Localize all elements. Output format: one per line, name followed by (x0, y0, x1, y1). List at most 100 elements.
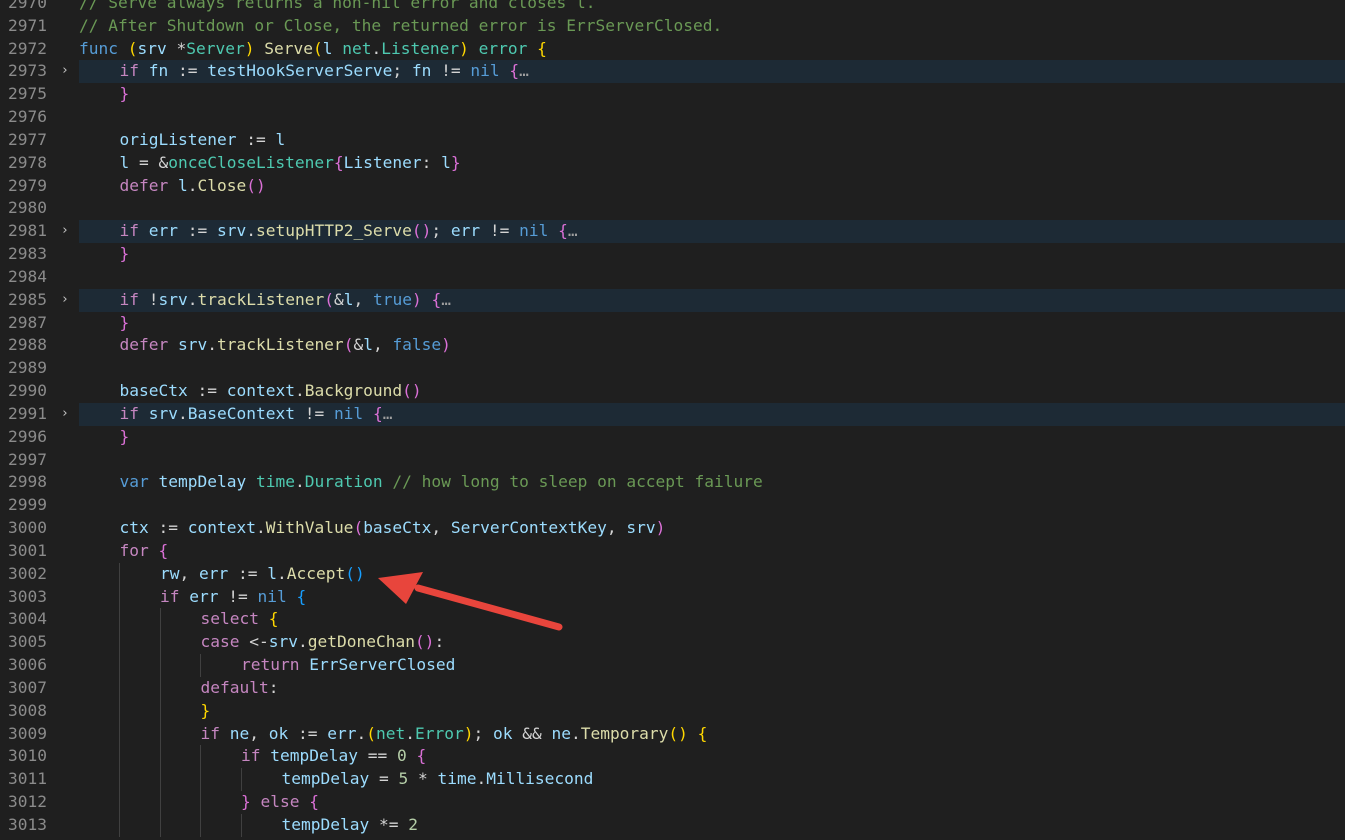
code-token: l (267, 563, 277, 583)
indent-guide (119, 768, 120, 791)
code-line[interactable]: 2991 › if srv.BaseContext != nil {… (0, 402, 1345, 426)
indent-guide (119, 699, 120, 723)
code-line[interactable]: 2977 origListener := l (0, 129, 1345, 152)
code-line[interactable]: 3009 if ne, ok := err.(net.Error); ok && … (0, 722, 1345, 746)
code-token: { (537, 38, 547, 58)
code-token: for (119, 540, 149, 560)
code-line[interactable]: 2998 var tempDelay time.Duration // how l… (0, 471, 1345, 494)
chevron-right-icon[interactable]: › (58, 289, 72, 312)
code-line[interactable]: 3008} (0, 699, 1345, 723)
code-line[interactable]: 2978 l = &onceCloseListener{Listener: l} (0, 152, 1345, 175)
code-token: WithValue (265, 518, 354, 538)
code-token: ) (459, 38, 469, 58)
code-line[interactable]: 2989 (0, 357, 1345, 380)
code-line[interactable]: 3003 if err != nil { (0, 585, 1345, 609)
code-text: } else { (241, 791, 319, 814)
code-line[interactable]: 3006 return ErrServerClosed (0, 654, 1345, 677)
code-token: defer (119, 335, 169, 355)
code-line[interactable]: 3001 for { (0, 540, 1345, 563)
chevron-right-icon[interactable]: › (58, 60, 72, 83)
folded-ellipsis[interactable]: … (568, 221, 578, 240)
code-area: l = &onceCloseListener{Listener: l} (79, 152, 1345, 175)
code-line[interactable]: 2971 // After Shutdown or Close, the retu… (0, 15, 1345, 38)
code-area: tempDelay *= 2 (79, 813, 1345, 837)
code-token: error (478, 38, 528, 58)
code-token: nil (257, 586, 287, 606)
code-token: l (119, 152, 130, 172)
code-line[interactable]: 3010 if tempDelay == 0 { (0, 745, 1345, 769)
code-line[interactable]: 3002 rw, err := l.Accept() (0, 562, 1345, 586)
chevron-right-icon[interactable]: › (58, 403, 72, 426)
code-text: if !srv.trackListener(&l, true) {… (120, 289, 451, 312)
code-line[interactable]: 3004 select { (0, 608, 1345, 632)
code-token: == (357, 746, 397, 766)
code-token: 2 (408, 814, 418, 834)
code-text: rw, err := l.Accept() (160, 563, 365, 586)
code-token: { (416, 746, 427, 766)
folded-ellipsis[interactable]: … (519, 61, 529, 80)
code-token: var (119, 472, 149, 492)
code-line[interactable]: 3007 default: (0, 676, 1345, 700)
code-line[interactable]: 2979 defer l.Close() (0, 175, 1345, 198)
code-line[interactable]: 2970 // Serve always returns a non-nil er… (0, 0, 1345, 15)
indent-guide (159, 722, 161, 746)
code-token: ( (366, 723, 376, 743)
code-token: * (408, 769, 438, 789)
code-area (79, 494, 1345, 517)
folded-ellipsis[interactable]: … (383, 404, 393, 423)
code-token: , (606, 518, 627, 538)
code-token: if (119, 221, 140, 241)
code-line[interactable]: 2988 defer srv.trackListener(&l, false) (0, 334, 1345, 357)
line-number: 2997 (8, 449, 47, 469)
code-line[interactable]: 2980 (0, 197, 1345, 220)
code-token: } (119, 244, 130, 264)
code-line[interactable]: 3000 ctx := context.WithValue(baseCtx, Se… (0, 517, 1345, 540)
code-line[interactable]: 2990 baseCtx := context.Background() (0, 380, 1345, 403)
code-line[interactable]: 2987} (0, 312, 1345, 335)
code-token: () (246, 175, 266, 195)
chevron-right-icon[interactable]: › (58, 220, 72, 243)
code-line[interactable]: 2997 (0, 449, 1345, 472)
code-line[interactable]: 2985 › if !srv.trackListener(&l, true) {… (0, 288, 1345, 312)
code-line[interactable]: 2996} (0, 426, 1345, 449)
code-line[interactable]: 2973 › if fn := testHookServerServe; fn !=… (0, 60, 1345, 84)
code-token: : (434, 632, 445, 652)
code-token: . (476, 769, 487, 789)
code-text: if err := srv.setupHTTP2_Serve(); err !=… (120, 220, 578, 243)
code-token: . (294, 381, 305, 401)
line-number: 3002 (8, 563, 47, 583)
code-token: != (480, 221, 520, 241)
code-token: // Serve always returns a non-nil error … (79, 0, 596, 12)
code-area: defer srv.trackListener(&l, false) (79, 334, 1345, 357)
code-token: l (177, 175, 188, 195)
code-token: srv (137, 38, 167, 58)
code-line[interactable]: 3013 tempDelay *= 2 (0, 813, 1345, 837)
code-area: if fn := testHookServerServe; fn != nil … (79, 60, 1345, 84)
code-line[interactable]: 2983} (0, 243, 1345, 266)
code-line[interactable]: 2999 (0, 494, 1345, 517)
code-line[interactable]: 2976 (0, 106, 1345, 129)
line-number: 2987 (8, 312, 47, 332)
code-editor[interactable]: 2970 // Serve always returns a non-nil er… (0, 0, 1345, 840)
code-line[interactable]: 3005 case <-srv.getDoneChan(): (0, 631, 1345, 655)
folded-ellipsis[interactable]: … (441, 290, 451, 309)
code-line[interactable]: 3012} else { (0, 790, 1345, 814)
code-token: . (178, 403, 188, 423)
code-token: else (260, 791, 300, 811)
code-line[interactable]: 2972 func (srv *Server) Serve(l net.Liste… (0, 38, 1345, 61)
code-token: := (228, 563, 268, 583)
code-line[interactable]: 2981 › if err := srv.setupHTTP2_Serve(); e… (0, 220, 1345, 244)
code-line[interactable]: 2975} (0, 83, 1345, 106)
code-token: if (241, 746, 261, 766)
code-text: ctx := context.WithValue(baseCtx, Server… (120, 517, 666, 540)
code-token: = (369, 769, 399, 789)
code-line[interactable]: 3011 tempDelay = 5 * time.Millisecond (0, 768, 1345, 791)
code-line[interactable]: 2984 (0, 266, 1345, 289)
code-text: if tempDelay == 0 { (241, 745, 426, 768)
